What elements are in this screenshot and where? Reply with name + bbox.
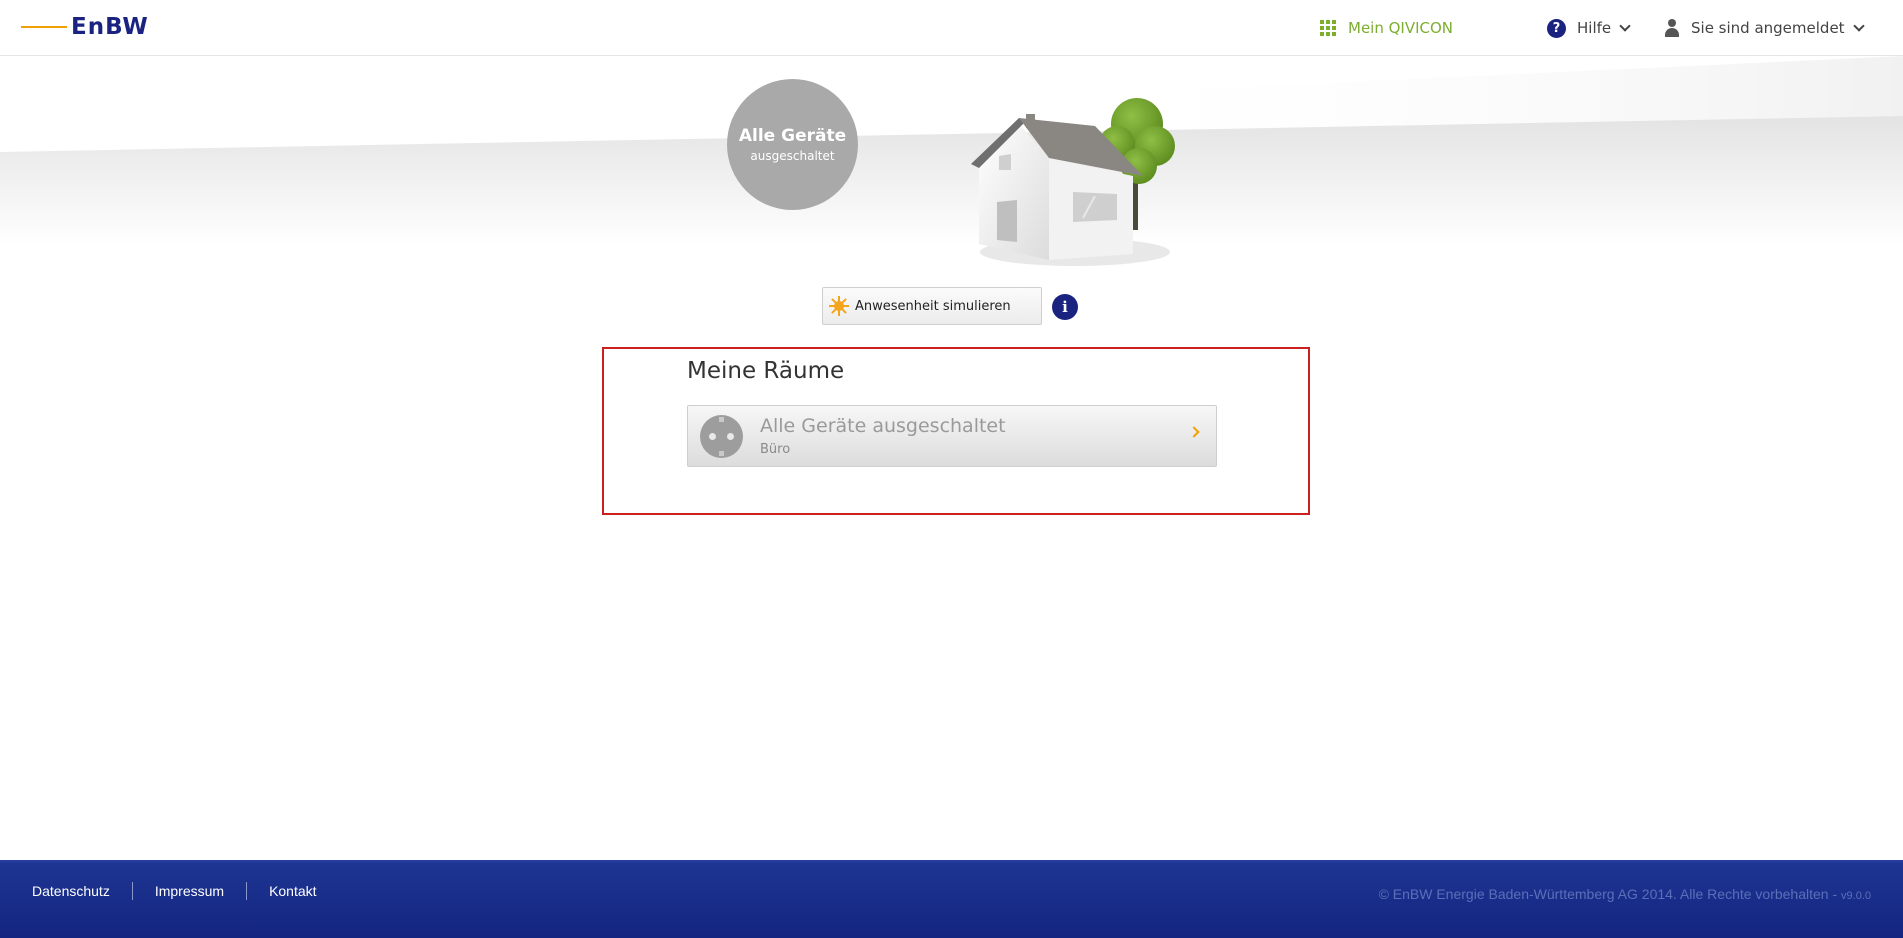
room-status: Alle Geräte ausgeschaltet <box>760 415 1006 437</box>
footer-divider <box>246 882 248 900</box>
room-card-buero[interactable]: Alle Geräte ausgeschaltet Büro <box>687 405 1217 467</box>
simulate-presence-button[interactable]: Anwesenheit simulieren <box>822 287 1042 325</box>
footer-divider <box>131 882 133 900</box>
rooms-title: Meine Räume <box>687 358 845 384</box>
logo-line <box>21 26 67 28</box>
chevron-down-icon <box>1619 19 1631 32</box>
hero-background <box>0 56 1903 246</box>
question-icon: ? <box>1547 18 1566 38</box>
copyright-notice: © EnBW Energie Baden-Württemberg AG 2014… <box>1379 886 1871 902</box>
footer-link-datenschutz[interactable]: Datenschutz <box>32 883 110 899</box>
top-header: EnBW Mein QIVICON ? Hilfe Sie sind angem… <box>0 0 1903 56</box>
grid-icon <box>1320 20 1336 36</box>
nav-user-menu[interactable]: Sie sind angemeldet <box>1665 17 1865 39</box>
version-label: v9.0.0 <box>1841 890 1871 902</box>
hero-band <box>0 56 1903 246</box>
status-subtitle: ausgeschaltet <box>750 148 835 163</box>
footer-link-kontakt[interactable]: Kontakt <box>269 883 316 899</box>
nav-help-label: Hilfe <box>1577 19 1612 37</box>
chevron-down-icon <box>1852 19 1865 32</box>
footer: Datenschutz Impressum Kontakt © EnBW Ene… <box>0 860 1903 938</box>
copyright-text: © EnBW Energie Baden-Württemberg AG 2014… <box>1378 886 1842 902</box>
sun-icon <box>829 296 849 316</box>
simulate-presence-label: Anwesenheit simulieren <box>855 298 1011 314</box>
nav-help-menu[interactable]: ? Hilfe <box>1547 17 1631 39</box>
chevron-right-icon <box>1188 426 1200 438</box>
house-illustration <box>971 98 1175 266</box>
all-devices-status[interactable]: Alle Geräte ausgeschaltet <box>727 79 858 210</box>
nav-mein-qivicon-label: Mein QIVICON <box>1348 19 1454 37</box>
footer-link-impressum[interactable]: Impressum <box>155 883 224 899</box>
logo-text: EnBW <box>71 14 149 40</box>
enbw-logo[interactable]: EnBW <box>21 14 149 40</box>
user-icon <box>1665 19 1679 37</box>
nav-mein-qivicon[interactable]: Mein QIVICON <box>1320 17 1453 39</box>
nav-user-label: Sie sind angemeldet <box>1691 19 1845 37</box>
room-name: Büro <box>760 442 791 457</box>
footer-links: Datenschutz Impressum Kontakt <box>32 882 317 900</box>
status-title: Alle Geräte <box>738 125 847 146</box>
power-socket-icon <box>700 415 743 458</box>
info-icon[interactable]: i <box>1052 294 1078 320</box>
